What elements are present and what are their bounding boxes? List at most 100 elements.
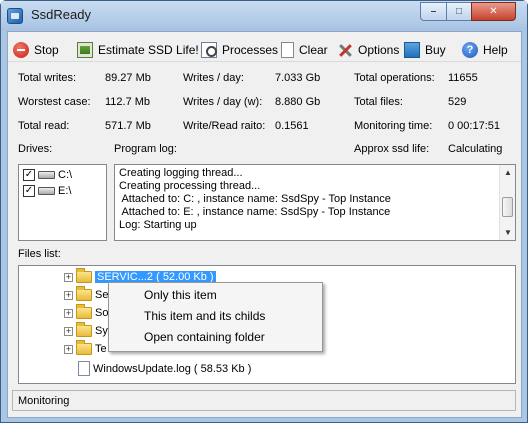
client-area: Stop Estimate SSD Life! Processes Clear … <box>7 31 522 418</box>
status-text: Monitoring <box>18 395 70 407</box>
expand-icon[interactable]: + <box>64 290 73 300</box>
minimize-button[interactable]: ⎯ <box>420 2 447 21</box>
total-files-label: Total files: <box>354 96 403 108</box>
tree-item[interactable]: + So <box>64 304 109 319</box>
log-line: Attached to: E: , instance name: SsdSpy … <box>119 206 391 218</box>
tree-item[interactable]: + Sy <box>64 322 108 337</box>
expand-icon[interactable]: + <box>64 326 73 336</box>
scroll-up-icon[interactable]: ▲ <box>504 168 512 177</box>
scroll-down-icon[interactable]: ▼ <box>504 228 512 237</box>
program-log[interactable]: Creating logging thread... Creating proc… <box>114 164 516 241</box>
total-read-value: 571.7 Mb <box>105 120 151 132</box>
tree-item-label: So <box>95 307 109 319</box>
help-icon: ? <box>462 42 478 58</box>
stop-label: Stop <box>34 43 59 57</box>
writes-day-label: Writes / day: <box>183 72 244 84</box>
worstest-label: Worstest case: <box>18 96 91 108</box>
folder-icon <box>76 304 92 319</box>
close-button[interactable]: ✕ <box>471 2 516 21</box>
writes-day-value: 7.033 Gb <box>275 72 321 84</box>
drive-icon <box>38 187 55 195</box>
drive-label: E:\ <box>58 185 72 197</box>
files-list-label: Files list: <box>18 248 61 260</box>
total-writes-value: 89.27 Mb <box>105 72 151 84</box>
folder-icon <box>76 322 92 337</box>
raito-label: Write/Read raito: <box>183 120 266 132</box>
scroll-thumb[interactable] <box>502 197 513 217</box>
total-ops-value: 11655 <box>448 72 478 84</box>
estimate-label: Estimate SSD Life! <box>98 43 199 57</box>
close-icon: ✕ <box>489 6 498 17</box>
menu-item-open-folder[interactable]: Open containing folder <box>144 330 265 344</box>
program-log-label: Program log: <box>114 143 177 155</box>
context-menu: Only this item This item and its childs … <box>108 282 323 352</box>
total-read-label: Total read: <box>18 120 70 132</box>
toolbar: Stop Estimate SSD Life! Processes Clear … <box>8 32 521 62</box>
folder-icon <box>76 286 92 301</box>
ssd-life-label: Approx ssd life: <box>354 143 430 155</box>
estimate-button[interactable]: Estimate SSD Life! <box>77 41 199 59</box>
expand-icon[interactable]: + <box>64 344 73 354</box>
buy-icon <box>404 42 420 58</box>
tree-item-label: Te <box>95 343 107 355</box>
options-button[interactable]: Options <box>337 41 399 59</box>
total-files-value: 529 <box>448 96 467 108</box>
drives-list[interactable]: ✓ C:\ ✓ E:\ <box>18 164 107 241</box>
monitoring-time-value: 0 00:17:51 <box>448 120 500 132</box>
title-bar[interactable]: SsdReady ⎯ □ ✕ <box>1 1 527 31</box>
log-line: Attached to: C: , instance name: SsdSpy … <box>119 193 391 205</box>
app-window: SsdReady ⎯ □ ✕ Stop Estimate SSD Life! P… <box>0 0 528 423</box>
log-line: Creating processing thread... <box>119 180 261 192</box>
maximize-icon: □ <box>455 6 463 17</box>
drive-icon <box>38 171 55 179</box>
clear-label: Clear <box>299 43 328 57</box>
tree-item-label: WindowsUpdate.log ( 58.53 Kb ) <box>93 362 252 375</box>
processes-icon <box>201 42 217 58</box>
clear-button[interactable]: Clear <box>281 41 328 59</box>
file-icon <box>78 361 90 376</box>
minimize-icon: ⎯ <box>431 6 436 17</box>
folder-icon <box>76 268 92 283</box>
help-label: Help <box>483 43 508 57</box>
worstest-value: 112.7 Mb <box>105 96 151 108</box>
processes-label: Processes <box>222 43 279 57</box>
options-label: Options <box>358 43 400 57</box>
stop-button[interactable]: Stop <box>13 41 59 59</box>
tree-item-label: Sy <box>95 325 108 337</box>
monitoring-time-label: Monitoring time: <box>354 120 433 132</box>
buy-button[interactable]: Buy <box>404 41 446 59</box>
tree-item[interactable]: WindowsUpdate.log ( 58.53 Kb ) <box>78 361 251 376</box>
menu-item-with-childs[interactable]: This item and its childs <box>144 309 265 323</box>
drive-checkbox[interactable]: ✓ <box>23 185 35 197</box>
log-scrollbar[interactable]: ▲ ▼ <box>499 165 515 240</box>
app-icon <box>7 8 23 24</box>
drive-label: C:\ <box>58 169 73 181</box>
chart-icon <box>77 42 93 58</box>
drive-item[interactable]: ✓ C:\ <box>23 169 72 181</box>
folder-icon <box>76 340 92 355</box>
tree-item-label: Se <box>95 289 109 301</box>
total-writes-label: Total writes: <box>18 72 77 84</box>
raito-value: 0.1561 <box>275 120 309 132</box>
document-icon <box>281 42 294 58</box>
window-title: SsdReady <box>31 7 91 22</box>
expand-icon[interactable]: + <box>64 272 73 282</box>
tools-icon <box>337 42 353 58</box>
processes-button[interactable]: Processes <box>201 41 278 59</box>
ssd-life-value: Calculating <box>448 143 503 155</box>
drive-checkbox[interactable]: ✓ <box>23 169 35 181</box>
writes-day-w-value: 8.880 Gb <box>275 96 321 108</box>
stop-icon <box>13 42 29 58</box>
status-bar: Monitoring <box>12 390 516 411</box>
tree-item[interactable]: + Te <box>64 340 107 355</box>
buy-label: Buy <box>425 43 446 57</box>
tree-item[interactable]: + Se <box>64 286 109 301</box>
help-button[interactable]: ? Help <box>462 41 508 59</box>
drive-item[interactable]: ✓ E:\ <box>23 185 71 197</box>
expand-icon[interactable]: + <box>64 308 73 318</box>
log-line: Log: Starting up <box>119 219 197 231</box>
log-line: Creating logging thread... <box>119 167 243 179</box>
writes-day-w-label: Writes / day (w): <box>183 96 263 108</box>
menu-item-only-this[interactable]: Only this item <box>144 288 217 302</box>
maximize-button[interactable]: □ <box>446 2 472 21</box>
